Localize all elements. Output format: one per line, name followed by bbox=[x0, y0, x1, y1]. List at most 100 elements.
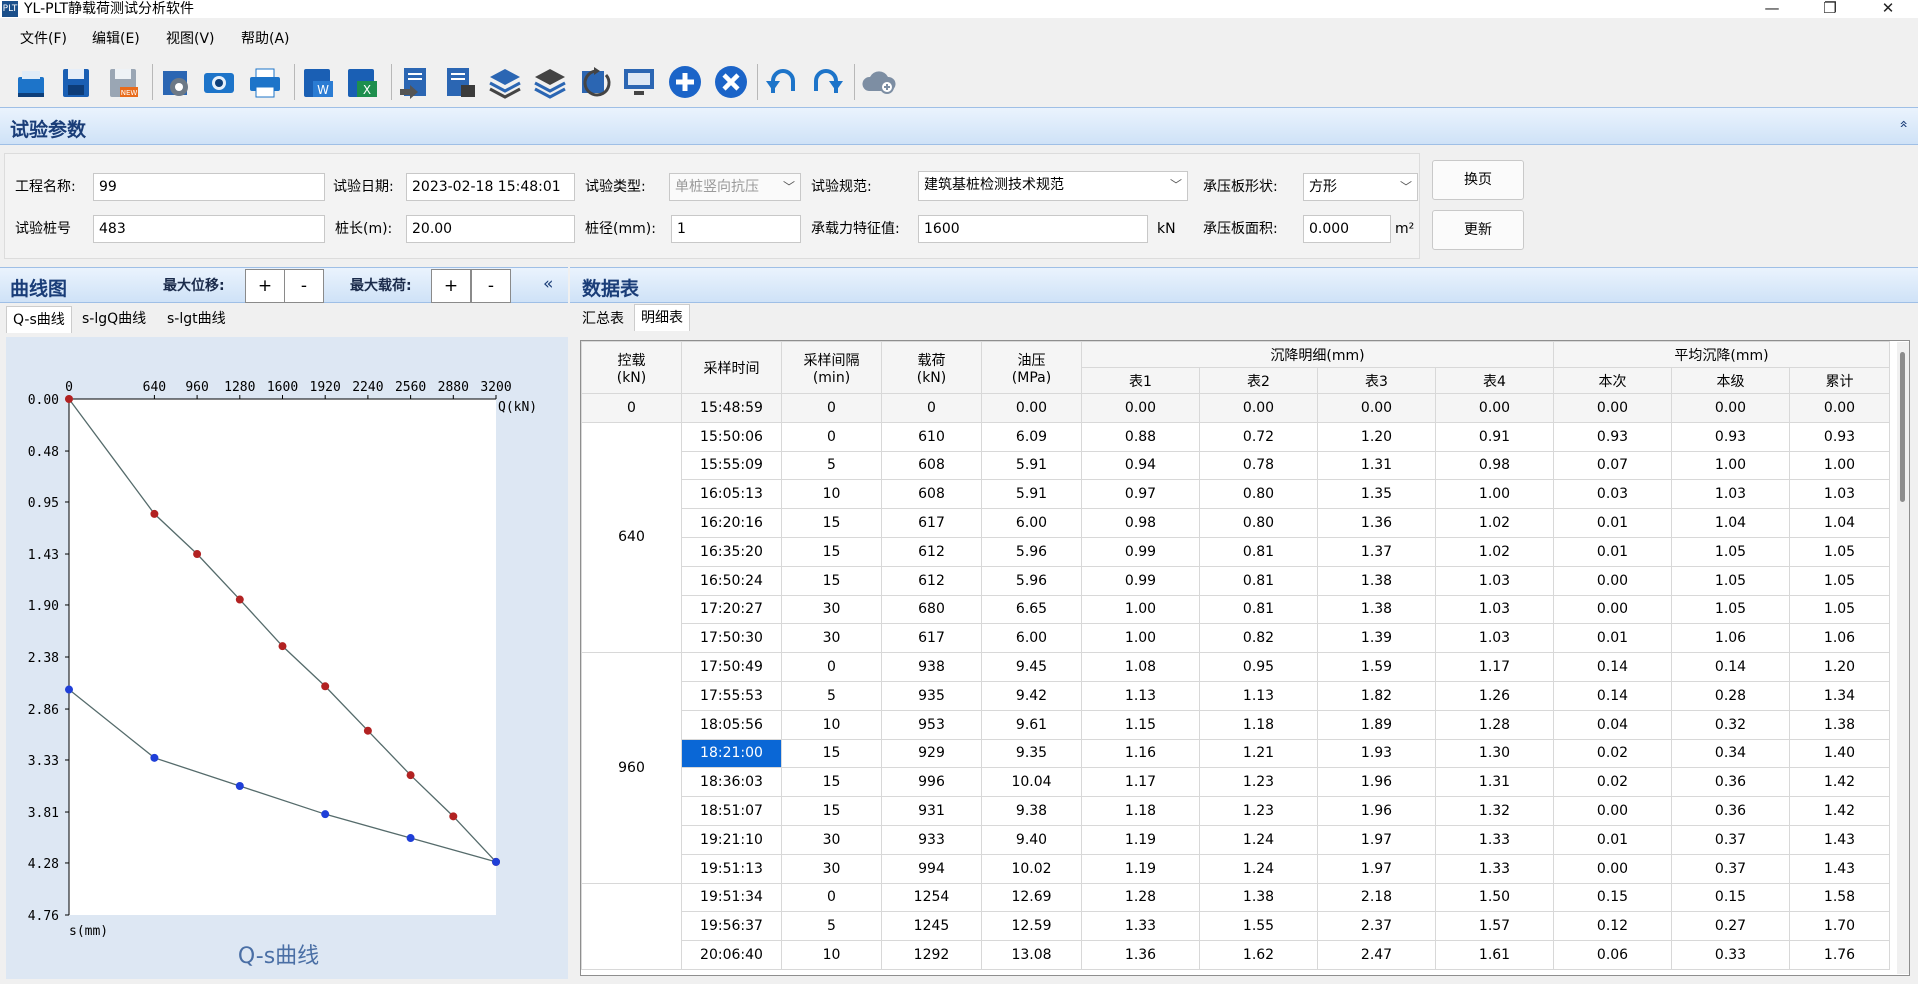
table-cell[interactable]: 6.09 bbox=[981, 421, 1082, 452]
table-cell[interactable]: 0.72 bbox=[1199, 421, 1318, 452]
table-cell[interactable]: 15 bbox=[781, 738, 882, 769]
table-row[interactable]: 15:55:09 5 608 5.91 0.94 0.78 1.31 0.98 0.07 1.00… bbox=[582, 450, 1890, 481]
max-disp-plus-button[interactable]: + bbox=[245, 269, 285, 303]
table-cell[interactable]: 15 bbox=[781, 536, 882, 567]
table-row[interactable]: 16:05:13 10 608 5.91 0.97 0.80 1.35 1.00 0.03 1.0… bbox=[582, 479, 1890, 510]
table-row[interactable]: 19:56:37 5 1245 12.59 1.33 1.55 2.37 1.57 0.12 0.… bbox=[582, 911, 1890, 942]
table-cell[interactable]: 0.00 bbox=[1553, 565, 1672, 596]
menu-edit[interactable]: 编辑(E) bbox=[92, 27, 140, 51]
table-cell[interactable]: 1.06 bbox=[1671, 623, 1790, 654]
table-cell[interactable]: 1.03 bbox=[1435, 594, 1554, 625]
table-cell[interactable]: 1.03 bbox=[1435, 623, 1554, 654]
table-cell[interactable]: 10 bbox=[781, 479, 882, 510]
close-button[interactable]: ✕ bbox=[1868, 0, 1908, 18]
table-cell[interactable]: 1254 bbox=[881, 882, 982, 913]
table-cell[interactable]: 1.00 bbox=[1081, 594, 1200, 625]
test-date-field[interactable]: 2023-02-18 15:48:01 bbox=[406, 173, 575, 201]
table-row[interactable]: 0 15:48:59 0 0 0.00 0.00 0.00 0.00 0.00 0.00 0.00 0… bbox=[581, 393, 1890, 423]
table-cell[interactable]: 0.81 bbox=[1199, 594, 1318, 625]
table-cell[interactable]: 1.20 bbox=[1789, 652, 1890, 682]
table-cell[interactable]: 1.28 bbox=[1081, 882, 1200, 913]
table-cell[interactable]: 1.59 bbox=[1317, 652, 1436, 682]
plate-area-field[interactable]: 0.000 bbox=[1303, 215, 1391, 243]
time-cell[interactable]: 16:35:20 bbox=[681, 536, 782, 567]
table-row[interactable]: 18:36:03 15 996 10.04 1.17 1.23 1.96 1.31 0.02 0.… bbox=[582, 767, 1890, 798]
table-cell[interactable]: 1.96 bbox=[1317, 796, 1436, 826]
table-cell[interactable]: 30 bbox=[781, 623, 882, 654]
add-icon[interactable] bbox=[666, 63, 704, 101]
table-cell[interactable]: 0.03 bbox=[1553, 479, 1672, 510]
table-cell[interactable]: 1.23 bbox=[1199, 796, 1318, 826]
table-cell[interactable]: 1.16 bbox=[1081, 738, 1200, 769]
collapse-curve-icon[interactable]: « bbox=[543, 274, 553, 294]
table-cell[interactable]: 1.03 bbox=[1671, 479, 1790, 510]
table-cell[interactable]: 0.82 bbox=[1199, 623, 1318, 654]
table-cell[interactable]: 12.59 bbox=[981, 911, 1082, 942]
max-load-plus-button[interactable]: + bbox=[431, 269, 471, 303]
table-cell[interactable]: 0.15 bbox=[1553, 882, 1672, 913]
table-cell[interactable]: 9.40 bbox=[981, 824, 1082, 855]
table-cell[interactable]: 1.36 bbox=[1081, 940, 1200, 970]
table-cell[interactable]: 0.91 bbox=[1435, 421, 1554, 452]
table-cell[interactable]: 1.19 bbox=[1081, 853, 1200, 884]
table-cell[interactable]: 1.24 bbox=[1199, 853, 1318, 884]
table-row[interactable]: 17:50:30 30 617 6.00 1.00 0.82 1.39 1.03 0.01 1.0… bbox=[582, 623, 1890, 654]
table-cell[interactable]: 9.35 bbox=[981, 738, 1082, 769]
table-cell[interactable]: 1.39 bbox=[1317, 623, 1436, 654]
table-cell[interactable]: 10.04 bbox=[981, 767, 1082, 798]
table-cell[interactable]: 1.30 bbox=[1435, 738, 1554, 769]
table-cell[interactable]: 0.15 bbox=[1671, 882, 1790, 913]
table-cell[interactable]: 1.24 bbox=[1199, 824, 1318, 855]
table-cell[interactable]: 0.97 bbox=[1081, 479, 1200, 510]
table-cell[interactable]: 10 bbox=[781, 709, 882, 740]
table-cell[interactable]: 2.47 bbox=[1317, 940, 1436, 970]
table-cell[interactable]: 1.03 bbox=[1435, 565, 1554, 596]
menu-file[interactable]: 文件(F) bbox=[20, 27, 67, 51]
time-cell[interactable]: 19:21:10 bbox=[681, 824, 782, 855]
table-cell[interactable]: 0.33 bbox=[1671, 940, 1790, 970]
table-row[interactable]: 17:20:27 30 680 6.65 1.00 0.81 1.38 1.03 0.00 1.0… bbox=[582, 594, 1890, 625]
table-cell[interactable]: 0.81 bbox=[1199, 565, 1318, 596]
table-cell[interactable]: 12.69 bbox=[981, 882, 1082, 913]
table-cell[interactable]: 30 bbox=[781, 853, 882, 884]
table-cell[interactable]: 0.01 bbox=[1553, 623, 1672, 654]
table-cell[interactable]: 10.02 bbox=[981, 853, 1082, 884]
table-row[interactable]: 18:21:00 15 929 9.35 1.16 1.21 1.93 1.30 0.02 0.3… bbox=[582, 738, 1890, 769]
table-cell[interactable]: 931 bbox=[881, 796, 982, 826]
table-cell[interactable]: 1245 bbox=[881, 911, 982, 942]
table-cell[interactable]: 1.15 bbox=[1081, 709, 1200, 740]
table-row[interactable]: 18:51:07 15 931 9.38 1.18 1.23 1.96 1.32 0.00 0.3… bbox=[582, 796, 1890, 826]
minimize-button[interactable]: — bbox=[1752, 0, 1792, 18]
table-cell[interactable]: 30 bbox=[781, 824, 882, 855]
table-cell[interactable]: 1.50 bbox=[1435, 882, 1554, 913]
table-cell[interactable]: 13.08 bbox=[981, 940, 1082, 970]
new-icon[interactable]: NEW bbox=[104, 63, 142, 101]
table-cell[interactable]: 0.14 bbox=[1671, 652, 1790, 682]
export-word-icon[interactable]: W bbox=[299, 63, 337, 101]
table-cell[interactable]: 2.18 bbox=[1317, 882, 1436, 913]
table-cell[interactable]: 1.38 bbox=[1789, 709, 1890, 740]
menu-view[interactable]: 视图(V) bbox=[166, 27, 215, 51]
table-cell[interactable]: 1.55 bbox=[1199, 911, 1318, 942]
table-row[interactable]: 20:06:40 10 1292 13.08 1.36 1.62 2.47 1.61 0.06 0… bbox=[582, 940, 1890, 970]
table-cell[interactable]: 1.32 bbox=[1435, 796, 1554, 826]
table-cell[interactable]: 15 bbox=[781, 565, 882, 596]
table-cell[interactable]: 0.12 bbox=[1553, 911, 1672, 942]
table-cell[interactable]: 0.98 bbox=[1081, 508, 1200, 538]
table-row[interactable]: 16:35:20 15 612 5.96 0.99 0.81 1.37 1.02 0.01 1.0… bbox=[582, 536, 1890, 567]
tab-summary[interactable]: 汇总表 bbox=[576, 306, 630, 332]
table-cell[interactable]: 608 bbox=[881, 479, 982, 510]
table-cell[interactable]: 1.05 bbox=[1789, 594, 1890, 625]
table-cell[interactable]: 1.97 bbox=[1317, 824, 1436, 855]
table-cell[interactable]: 6.00 bbox=[981, 623, 1082, 654]
table-cell[interactable]: 1.33 bbox=[1081, 911, 1200, 942]
table-cell[interactable]: 0.93 bbox=[1789, 421, 1890, 452]
table-cell[interactable]: 0.14 bbox=[1553, 680, 1672, 711]
screen-icon[interactable] bbox=[620, 63, 658, 101]
table-cell[interactable]: 1.18 bbox=[1199, 709, 1318, 740]
cloud-upload-icon[interactable] bbox=[860, 63, 898, 101]
table-cell[interactable]: 0 bbox=[781, 421, 882, 452]
time-cell[interactable]: 19:51:13 bbox=[681, 853, 782, 884]
table-cell[interactable]: 0.00 bbox=[981, 393, 1082, 423]
table-cell[interactable]: 0.02 bbox=[1553, 738, 1672, 769]
